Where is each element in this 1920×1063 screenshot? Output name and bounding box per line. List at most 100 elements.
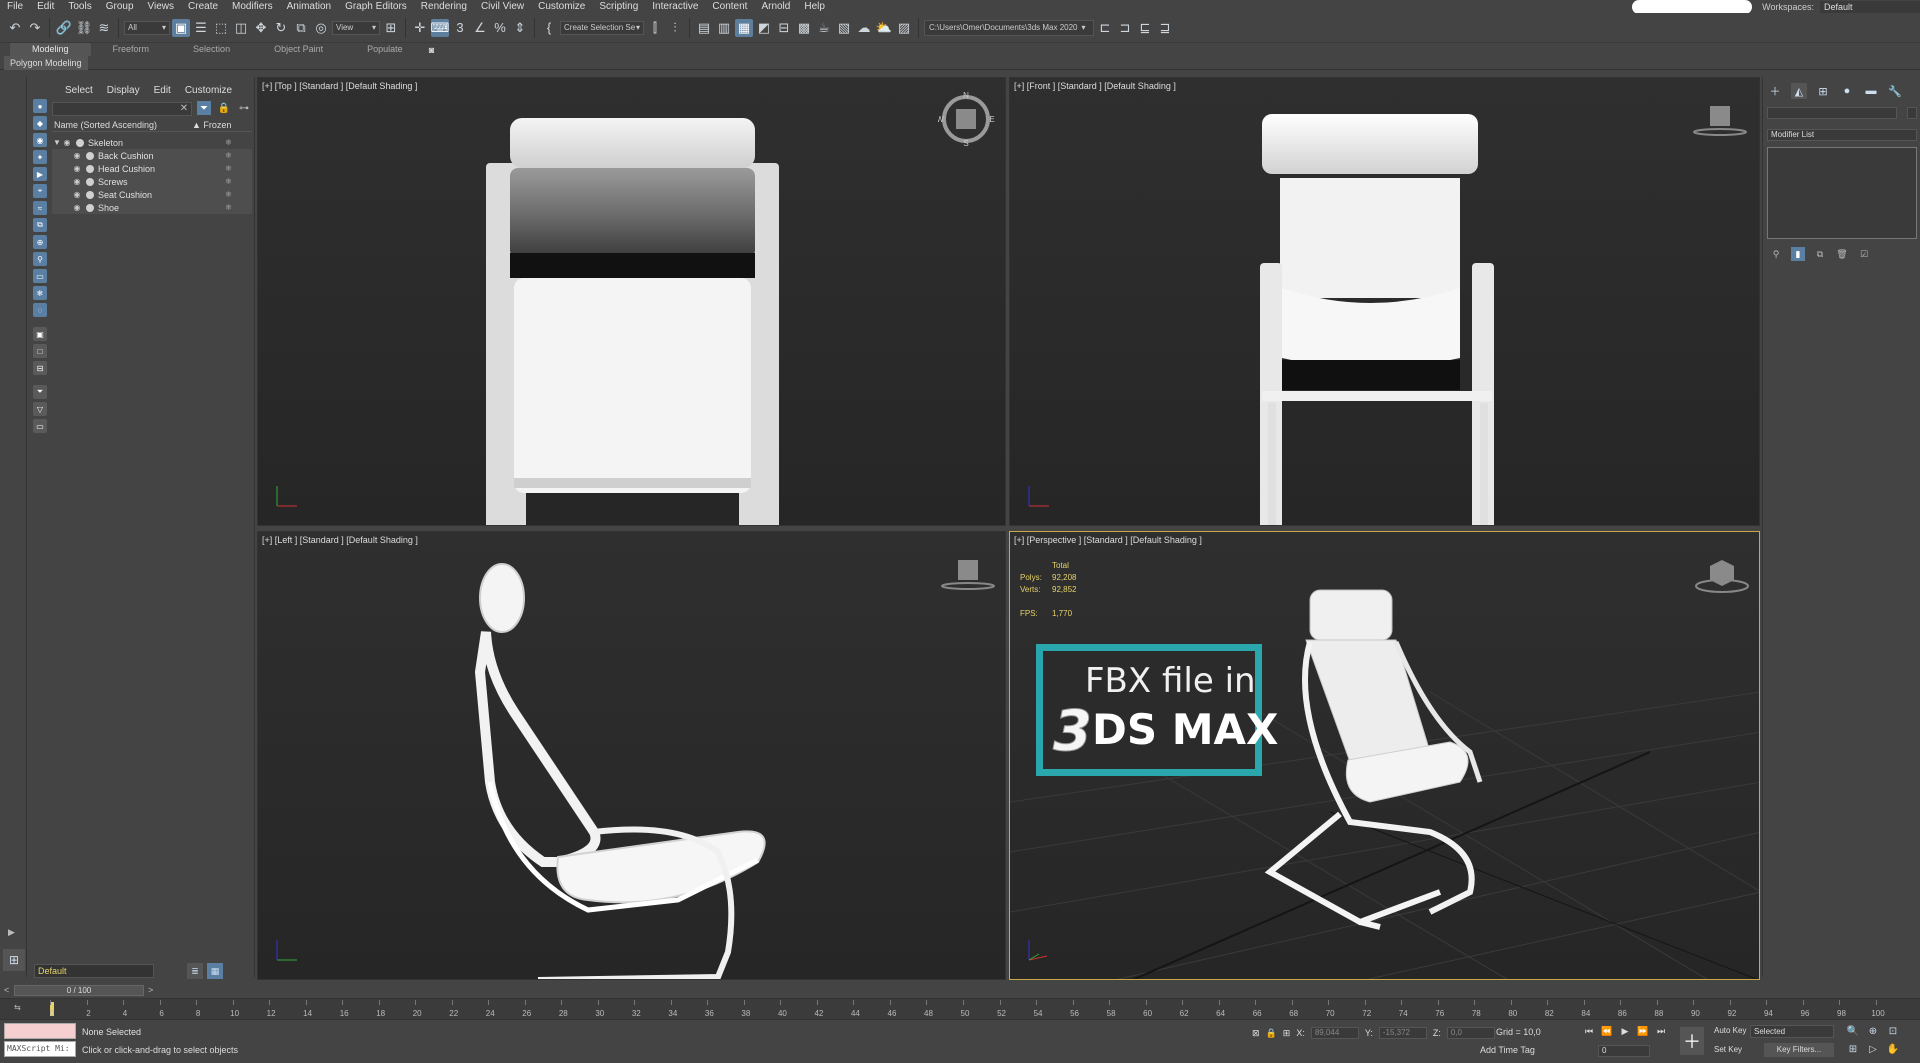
select-move-icon[interactable]: ✥ [252,19,270,37]
menu-graph-editors[interactable]: Graph Editors [338,1,414,12]
placement-icon[interactable]: ◎ [312,19,330,37]
object-color-swatch[interactable] [1907,107,1917,119]
previous-frame-icon[interactable]: ⏪ [1600,1024,1614,1038]
display-cameras-icon[interactable]: ▶ [33,167,47,181]
display-helpers-icon[interactable]: ⌖ [33,184,47,198]
layer-explorer-icon[interactable]: ▦ [207,963,223,979]
remove-modifier-icon[interactable]: 🗑 [1835,247,1849,261]
scene-explorer-toggle-icon[interactable]: ▤ [695,19,713,37]
snaps-toggle-icon[interactable]: 3 [451,19,469,37]
select-object-icon[interactable]: ▣ [172,18,190,37]
se-menu-display[interactable]: Display [107,85,140,96]
display-hidden-icon[interactable]: ◌ [33,303,47,317]
column-name[interactable]: Name (Sorted Ascending) [52,120,192,131]
display-all-icon[interactable]: ● [33,99,47,113]
add-time-tag[interactable]: Add Time Tag [1480,1045,1535,1055]
field-of-view-icon[interactable]: ▷ [1866,1042,1880,1056]
project-open-icon[interactable]: ⊐ [1116,19,1134,37]
menu-create[interactable]: Create [181,1,225,12]
project-folder-icon[interactable]: ⊏ [1096,19,1114,37]
object-name-field[interactable] [1767,107,1897,119]
viewport-layout-icon[interactable]: ⊞ [3,949,25,971]
absolute-mode-icon[interactable]: ⊞ [1283,1028,1291,1039]
eye-icon[interactable]: ◉ [72,177,82,186]
maxscript-input[interactable]: MAXScript Mi: [4,1041,76,1057]
display-groups-icon[interactable]: ⧉ [33,218,47,232]
se-menu-edit[interactable]: Edit [154,85,171,96]
display-geometry-icon[interactable]: ◆ [33,116,47,130]
menu-rendering[interactable]: Rendering [414,1,474,12]
modifier-stack[interactable] [1767,147,1917,239]
display-lights-icon[interactable]: ✦ [33,150,47,164]
display-invert-icon[interactable]: ⊟ [33,361,47,375]
display-containers-icon[interactable]: ▭ [33,269,47,283]
schematic-view-icon[interactable]: ⊟ [775,19,793,37]
make-unique-icon[interactable]: ⧉ [1813,247,1827,261]
time-next-icon[interactable]: > [148,985,153,995]
project-path-dropdown[interactable]: C:\Users\Omer\Documents\3ds Max 2020 ▾ [924,19,1094,36]
named-selection-dropdown[interactable]: Create Selection Se ▾ [560,20,644,35]
frozen-icon[interactable]: ❄ [225,177,232,186]
eye-icon[interactable]: ◉ [62,138,72,147]
zoom-extents-all-icon[interactable]: ⊞ [1846,1042,1860,1056]
tree-row-head-cushion[interactable]: ◉ Head Cushion ❄ [52,162,252,175]
utilities-tab-icon[interactable]: 🔧 [1887,83,1903,99]
modifier-list-dropdown[interactable]: Modifier List [1767,129,1917,141]
material-editor-icon[interactable]: ▩ [795,19,813,37]
filter-funnel-icon[interactable]: ⏷ [33,385,47,399]
unlink-icon[interactable]: ⛓ [75,19,93,37]
ribbon-toggle-icon[interactable]: ▦ [735,18,753,37]
set-key-button[interactable]: ＋ [1680,1027,1704,1055]
menu-civil-view[interactable]: Civil View [474,1,531,12]
menu-edit[interactable]: Edit [30,1,61,12]
se-menu-select[interactable]: Select [65,85,93,96]
selection-filter-dropdown[interactable]: All ▾ [124,20,170,35]
lock-icon[interactable]: 🔒 [217,101,231,115]
render-production-icon[interactable]: ⛅ [875,19,893,37]
eye-icon[interactable]: ◉ [72,164,82,173]
z-coordinate-field[interactable]: 0,0 [1446,1027,1495,1039]
mirror-icon[interactable]: ⫿ [646,19,664,37]
layer-explorer-icon[interactable]: ▥ [715,19,733,37]
eye-icon[interactable]: ◉ [72,203,82,212]
menu-group[interactable]: Group [99,1,141,12]
show-end-result-icon[interactable]: ▮ [1791,247,1805,261]
maxscript-output[interactable] [4,1023,76,1039]
menu-scripting[interactable]: Scripting [592,1,645,12]
tree-row-shoe[interactable]: ◉ Shoe ❄ [52,201,252,214]
viewport-left[interactable]: [+] [Left ] [Standard ] [Default Shading… [257,531,1006,980]
selection-lock-icon[interactable]: 🔒 [1266,1028,1277,1039]
tab-object-paint[interactable]: Object Paint [252,43,345,56]
frozen-icon[interactable]: ❄ [225,164,232,173]
scene-filter-input[interactable] [52,102,192,116]
display-tab-icon[interactable]: ▬ [1863,83,1879,99]
keyboard-shortcut-icon[interactable]: ⌨ [431,18,449,37]
auto-key-button[interactable]: Auto Key [1714,1026,1746,1035]
tab-populate[interactable]: Populate [345,43,425,56]
column-frozen[interactable]: ▲ Frozen [192,120,252,131]
modify-tab-icon[interactable]: ◭ [1791,83,1807,99]
isolate-icon[interactable]: ⊠ [1252,1028,1260,1039]
se-menu-customize[interactable]: Customize [185,85,232,96]
tab-freeform[interactable]: Freeform [91,43,172,56]
display-spacewarps-icon[interactable]: ≈ [33,201,47,215]
hierarchy-icon[interactable]: ⊶ [237,101,251,115]
select-by-name-icon[interactable]: ☰ [192,19,210,37]
display-none-icon[interactable]: □ [33,344,47,358]
expand-arrow-icon[interactable]: ▶ [8,927,15,938]
project-settings-icon[interactable]: ⊒ [1156,19,1174,37]
ribbon-options-icon[interactable]: ◙ [425,44,439,56]
pan-icon[interactable]: ✋ [1886,1042,1900,1056]
redo-icon[interactable]: ↷ [26,19,44,37]
render-icon[interactable]: ☁ [855,19,873,37]
frozen-icon[interactable]: ❄ [225,138,232,147]
menu-arnold[interactable]: Arnold [754,1,797,12]
render-iterative-icon[interactable]: ▨ [895,19,913,37]
tree-row-screws[interactable]: ◉ Screws ❄ [52,175,252,188]
spinner-snap-icon[interactable]: ⇕ [511,19,529,37]
display-bones-icon[interactable]: ⚲ [33,252,47,266]
tab-modeling[interactable]: Modeling [10,43,91,56]
tab-selection[interactable]: Selection [171,43,252,56]
menu-content[interactable]: Content [705,1,754,12]
current-frame-field[interactable]: 0 [1598,1045,1650,1057]
